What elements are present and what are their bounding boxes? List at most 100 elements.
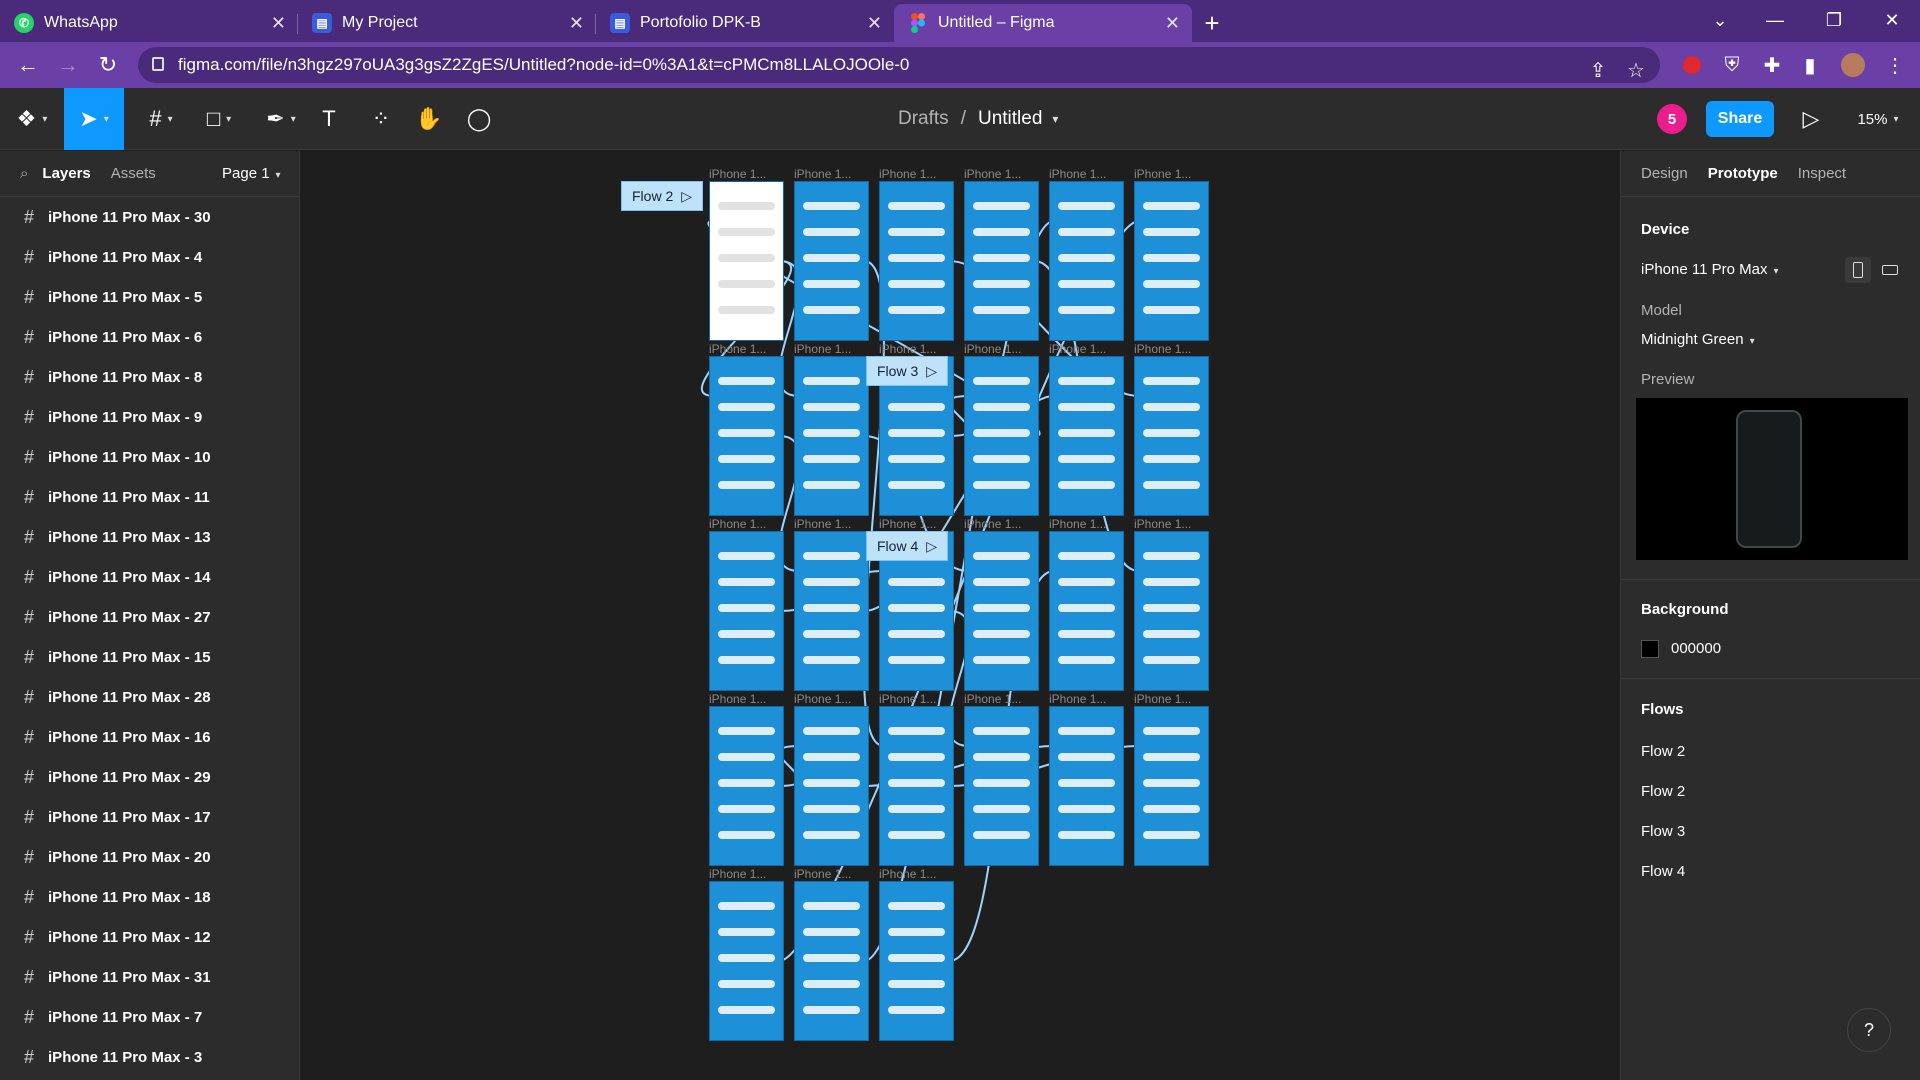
share-button[interactable]: Share bbox=[1706, 101, 1774, 137]
close-icon[interactable]: ✕ bbox=[867, 13, 882, 34]
iphone-frame[interactable] bbox=[1049, 181, 1124, 341]
frame-label[interactable]: iPhone 1... bbox=[794, 342, 851, 356]
iphone-frame[interactable] bbox=[879, 181, 954, 341]
iphone-frame[interactable] bbox=[709, 706, 784, 866]
frame-label[interactable]: iPhone 1... bbox=[1049, 342, 1106, 356]
flow-start-tag[interactable]: Flow 2 ▷ bbox=[621, 181, 704, 211]
layer-item[interactable]: # iPhone 11 Pro Max - 3 bbox=[0, 1037, 299, 1077]
portrait-icon[interactable] bbox=[1845, 257, 1871, 283]
tab-assets[interactable]: Assets bbox=[111, 165, 156, 182]
play-icon[interactable]: ▷ bbox=[926, 363, 937, 380]
layer-item[interactable]: # iPhone 11 Pro Max - 15 bbox=[0, 637, 299, 677]
iphone-frame[interactable] bbox=[709, 881, 784, 1041]
frame-label[interactable]: iPhone 1... bbox=[1134, 517, 1191, 531]
model-dropdown[interactable]: Midnight Green ▾ bbox=[1641, 331, 1755, 348]
browser-tab-my-project[interactable]: ▤ My Project ✕ bbox=[298, 4, 596, 42]
bookmark-star-icon[interactable]: ☆ bbox=[1618, 52, 1654, 88]
close-icon[interactable]: ✕ bbox=[1165, 13, 1180, 34]
iphone-frame[interactable] bbox=[879, 706, 954, 866]
iphone-frame[interactable] bbox=[1134, 356, 1209, 516]
iphone-frame[interactable] bbox=[964, 531, 1039, 691]
iphone-frame[interactable] bbox=[1134, 531, 1209, 691]
layer-item[interactable]: # iPhone 11 Pro Max - 9 bbox=[0, 397, 299, 437]
iphone-frame[interactable] bbox=[709, 181, 784, 341]
iphone-frame[interactable] bbox=[709, 356, 784, 516]
iphone-frame[interactable] bbox=[964, 356, 1039, 516]
iphone-frame[interactable] bbox=[1049, 356, 1124, 516]
layer-item[interactable]: # iPhone 11 Pro Max - 11 bbox=[0, 477, 299, 517]
iphone-frame[interactable] bbox=[794, 881, 869, 1041]
frame-label[interactable]: iPhone 1... bbox=[879, 867, 936, 881]
flow-item[interactable]: Flow 3 bbox=[1641, 823, 1685, 840]
layer-item[interactable]: # iPhone 11 Pro Max - 18 bbox=[0, 877, 299, 917]
file-name[interactable]: Untitled bbox=[978, 108, 1042, 130]
frame-tool-icon[interactable]: # ▾ bbox=[138, 88, 184, 150]
layer-item[interactable]: # iPhone 11 Pro Max - 13 bbox=[0, 517, 299, 557]
tab-inspect[interactable]: Inspect bbox=[1798, 165, 1846, 182]
play-icon[interactable]: ▷ bbox=[681, 188, 692, 205]
minimize-button[interactable]: — bbox=[1752, 0, 1798, 40]
iphone-frame[interactable] bbox=[794, 181, 869, 341]
flow-start-tag[interactable]: Flow 4 ▷ bbox=[866, 531, 949, 561]
frame-label[interactable]: iPhone 1... bbox=[709, 692, 766, 706]
browser-tab-figma[interactable]: Untitled – Figma ✕ bbox=[894, 4, 1192, 42]
layer-item[interactable]: # iPhone 11 Pro Max - 8 bbox=[0, 357, 299, 397]
comment-tool-icon[interactable]: ◯ bbox=[464, 88, 494, 150]
close-icon[interactable]: ✕ bbox=[569, 13, 584, 34]
page-selector[interactable]: Page 1 ▾ bbox=[222, 165, 281, 182]
frame-label[interactable]: iPhone 1... bbox=[794, 167, 851, 181]
frame-label[interactable]: iPhone 1... bbox=[879, 517, 936, 531]
flow-item[interactable]: Flow 4 bbox=[1641, 863, 1685, 880]
frame-label[interactable]: iPhone 1... bbox=[1134, 342, 1191, 356]
search-icon[interactable]: ⌕ bbox=[20, 165, 28, 182]
layer-item[interactable]: # iPhone 11 Pro Max - 30 bbox=[0, 197, 299, 237]
layer-item[interactable]: # iPhone 11 Pro Max - 14 bbox=[0, 557, 299, 597]
forward-button[interactable]: → bbox=[48, 45, 88, 85]
iphone-frame[interactable] bbox=[1134, 181, 1209, 341]
layer-item[interactable]: # iPhone 11 Pro Max - 20 bbox=[0, 837, 299, 877]
layer-item[interactable]: # iPhone 11 Pro Max - 5 bbox=[0, 277, 299, 317]
iphone-frame[interactable] bbox=[1049, 706, 1124, 866]
layer-item[interactable]: # iPhone 11 Pro Max - 16 bbox=[0, 717, 299, 757]
present-play-icon[interactable]: ▷ bbox=[1796, 88, 1826, 150]
breadcrumb-drafts[interactable]: Drafts bbox=[898, 108, 949, 130]
frame-label[interactable]: iPhone 1... bbox=[964, 692, 1021, 706]
background-hex[interactable]: 000000 bbox=[1671, 640, 1721, 657]
layer-item[interactable]: # iPhone 11 Pro Max - 17 bbox=[0, 797, 299, 837]
close-window-button[interactable]: ✕ bbox=[1869, 0, 1915, 40]
side-panel-icon[interactable]: ▮ bbox=[1792, 47, 1828, 83]
layer-item[interactable]: # iPhone 11 Pro Max - 27 bbox=[0, 597, 299, 637]
extension-shield-icon[interactable] bbox=[1674, 47, 1710, 83]
layer-item[interactable]: # iPhone 11 Pro Max - 7 bbox=[0, 997, 299, 1037]
shape-tool-icon[interactable]: □ ▾ bbox=[196, 88, 242, 150]
frame-label[interactable]: iPhone 1... bbox=[1134, 167, 1191, 181]
frame-label[interactable]: iPhone 1... bbox=[794, 867, 851, 881]
frame-label[interactable]: iPhone 1... bbox=[1049, 692, 1106, 706]
avatar[interactable]: 5 bbox=[1657, 104, 1687, 134]
frame-label[interactable]: iPhone 1... bbox=[709, 342, 766, 356]
browser-menu-icon[interactable]: ⋮ bbox=[1877, 47, 1913, 83]
layer-item[interactable]: # iPhone 11 Pro Max - 12 bbox=[0, 917, 299, 957]
frame-label[interactable]: iPhone 1... bbox=[879, 692, 936, 706]
iphone-frame[interactable] bbox=[964, 181, 1039, 341]
frame-label[interactable]: iPhone 1... bbox=[964, 342, 1021, 356]
extensions-puzzle-icon[interactable]: ✚ bbox=[1754, 47, 1790, 83]
share-page-icon[interactable]: ⇪ bbox=[1580, 52, 1616, 88]
frame-label[interactable]: iPhone 1... bbox=[964, 167, 1021, 181]
layer-item[interactable]: # iPhone 11 Pro Max - 4 bbox=[0, 237, 299, 277]
flow-start-tag[interactable]: Flow 3 ▷ bbox=[866, 356, 949, 386]
close-icon[interactable]: ✕ bbox=[271, 13, 286, 34]
flow-item[interactable]: Flow 2 bbox=[1641, 743, 1685, 760]
canvas[interactable]: iPhone 1... iPhone 1... iPhone 1... iPhone … bbox=[301, 151, 1619, 1080]
help-button[interactable]: ? bbox=[1847, 1008, 1891, 1052]
iphone-frame[interactable] bbox=[964, 706, 1039, 866]
layer-item[interactable]: # iPhone 11 Pro Max - 10 bbox=[0, 437, 299, 477]
new-tab-button[interactable]: + bbox=[1192, 4, 1232, 42]
frame-label[interactable]: iPhone 1... bbox=[709, 167, 766, 181]
layer-item[interactable]: # iPhone 11 Pro Max - 31 bbox=[0, 957, 299, 997]
play-icon[interactable]: ▷ bbox=[926, 538, 937, 555]
frame-label[interactable]: iPhone 1... bbox=[1049, 517, 1106, 531]
layer-item[interactable]: # iPhone 11 Pro Max - 28 bbox=[0, 677, 299, 717]
move-tool-icon[interactable]: ➤ ▾ bbox=[64, 88, 124, 150]
frame-label[interactable]: iPhone 1... bbox=[1134, 692, 1191, 706]
